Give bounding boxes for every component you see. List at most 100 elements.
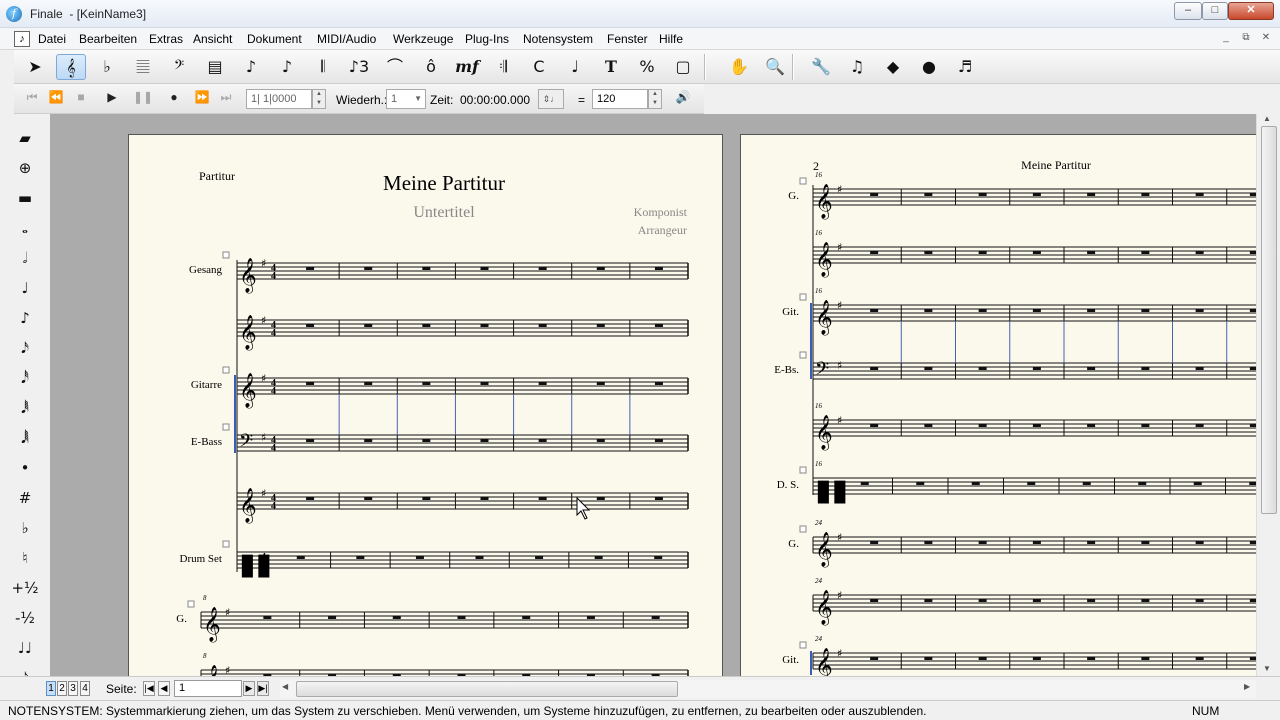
score-canvas[interactable]: 𝄞 ♯ 4 4 Gesang 𝄞 ♯ 4 4 𝄞 ♯ 4 4 Gitarre 𝄢 ♯ 4 4 E-Bass 𝄞 ♯ 4 4 ▮… [50, 114, 1256, 676]
page-number-field[interactable]: 1 [174, 680, 242, 697]
record-icon[interactable]: ● [162, 90, 186, 108]
expression-tool-icon[interactable]: mf [452, 54, 482, 80]
flat-icon[interactable]: ♭ [10, 516, 40, 540]
midi-audio-tool-icon[interactable]: ● [914, 54, 944, 80]
close-button[interactable]: ✕ [1228, 2, 1274, 20]
half-step-down-icon[interactable]: -½ [10, 606, 40, 630]
menu-extras[interactable]: Extras [149, 32, 183, 46]
document-icon[interactable]: ♪ [14, 31, 30, 47]
staff-tool-icon[interactable]: 𝄞 [56, 54, 86, 80]
menu-ansicht[interactable]: Ansicht [193, 32, 232, 46]
simple-entry-tool-icon[interactable]: ♪ [236, 54, 266, 80]
horizontal-scrollbar[interactable]: ◀ ▶ [280, 680, 1256, 698]
menu-datei[interactable]: Datei [38, 32, 66, 46]
rest-icon[interactable]: ▬ [10, 186, 40, 210]
scroll-down-icon[interactable]: ▼ [1263, 664, 1271, 673]
clef-tool-icon[interactable]: 𝄢 [164, 54, 194, 80]
smart-shape-tool-icon[interactable]: ⌒ [380, 54, 410, 80]
arranger-text[interactable]: Arrangeur [599, 223, 687, 238]
page-layout-tool-icon[interactable]: ▢ [668, 54, 698, 80]
menu-notensystem[interactable]: Notensystem [523, 32, 593, 46]
hyperscribe-tool-icon[interactable]: 𝄃 [308, 54, 338, 80]
sharp-icon[interactable]: # [10, 486, 40, 510]
quarter-note-icon[interactable]: ♩ [10, 276, 40, 300]
augmentation-dot-icon[interactable]: • [10, 456, 40, 480]
scroll-left-icon[interactable]: ◀ [282, 682, 288, 691]
eighth-note-icon[interactable]: ♪ [10, 306, 40, 330]
score-title[interactable]: Meine Partitur [329, 171, 559, 196]
articulation-tool-icon[interactable]: ô [416, 54, 446, 80]
menu-fenster[interactable]: Fenster [607, 32, 648, 46]
ossia-tool-icon[interactable]: ♬ [950, 54, 980, 80]
special-tools-icon[interactable]: 🔧 [806, 54, 836, 80]
menu-plug-ins[interactable]: Plug-Ins [465, 32, 509, 46]
time-signature-tool-icon[interactable]: 𝄚 [128, 54, 158, 80]
natural-icon[interactable]: ♮ [10, 546, 40, 570]
rewind-icon[interactable]: ⏪ [44, 90, 68, 108]
maximize-button[interactable]: □ [1202, 2, 1228, 20]
position-spinner[interactable]: ▲ ▼ [312, 89, 326, 109]
document-restore-icon[interactable]: ⧉ [1238, 32, 1254, 46]
scroll-right-icon[interactable]: ▶ [1244, 682, 1250, 691]
previous-page-icon[interactable]: ◀ [158, 681, 170, 696]
play-icon[interactable]: ▶ [100, 90, 124, 108]
page-tab-1[interactable]: 1 [46, 681, 56, 696]
speaker-settings-icon[interactable]: 🔊 [670, 90, 696, 108]
last-page-icon[interactable]: ▶| [257, 681, 269, 696]
tempo-field[interactable]: 120 [592, 89, 648, 109]
scroll-up-icon[interactable]: ▲ [1263, 114, 1271, 123]
hand-grabber-icon[interactable]: ✋ [724, 54, 754, 80]
half-step-up-icon[interactable]: +½ [10, 576, 40, 600]
document-close-icon[interactable]: ✕ [1258, 32, 1274, 46]
half-note-icon[interactable]: 𝅗𝅥 [10, 246, 40, 270]
zoom-tool-icon[interactable]: 🔍 [760, 54, 790, 80]
tempo-note-select[interactable]: ⇕♩ [538, 89, 564, 109]
vertical-scroll-thumb[interactable] [1261, 126, 1277, 514]
page-tab-4[interactable]: 4 [80, 681, 90, 696]
forward-to-end-icon[interactable]: ⏭ [214, 90, 238, 108]
page-tab-3[interactable]: 3 [68, 681, 78, 696]
tie-toggle-icon[interactable]: ♩♩ [10, 636, 40, 660]
tuplet-tool-icon[interactable]: ♪3 [344, 54, 374, 80]
score-page-2[interactable]: 𝄞 ♯ G. 16 𝄞 ♯ 16 𝄞 ♯ Git. 16 𝄢 ♯ E-Bs. 𝄞 ♯ 16 ▮▮ D. S. 16 𝄞 ♯… [740, 134, 1256, 676]
measure-tool-icon[interactable]: ▤ [200, 54, 230, 80]
repeat-tool-icon[interactable]: 𝄇 [488, 54, 518, 80]
horizontal-scroll-thumb[interactable] [296, 681, 678, 697]
sixty-fourth-note-icon[interactable]: 𝅘𝅥𝅱 [10, 396, 40, 420]
minimize-button[interactable]: – [1174, 2, 1202, 20]
score-subtitle[interactable]: Untertitel [359, 204, 529, 222]
lyrics-tool-icon[interactable]: ♩ [560, 54, 590, 80]
vertical-scrollbar[interactable]: ▲ ▼ [1256, 114, 1280, 676]
score-page-1[interactable]: 𝄞 ♯ 4 4 Gesang 𝄞 ♯ 4 4 𝄞 ♯ 4 4 Gitarre 𝄢 ♯ 4 4 E-Bass 𝄞 ♯ 4 4 ▮… [128, 134, 723, 676]
resize-tool-icon[interactable]: % [632, 54, 662, 80]
first-page-icon[interactable]: |◀ [143, 681, 155, 696]
selection-tool-icon[interactable]: ➤ [20, 54, 50, 80]
text-tool-icon[interactable]: T [596, 54, 626, 80]
speedy-entry-tool-icon[interactable]: ♪ [272, 54, 302, 80]
menu-hilfe[interactable]: Hilfe [659, 32, 683, 46]
chord-tool-icon[interactable]: C [524, 54, 554, 80]
next-page-icon[interactable]: ▶ [243, 681, 255, 696]
eraser-icon[interactable]: ▰ [10, 126, 40, 150]
rewind-to-start-icon[interactable]: ⏮ [20, 90, 44, 108]
menu-werkzeuge[interactable]: Werkzeuge [393, 32, 453, 46]
mass-edit-tool-icon[interactable]: ◆ [878, 54, 908, 80]
page-tab-2[interactable]: 2 [57, 681, 67, 696]
menu-midi-audio[interactable]: MIDI/Audio [317, 32, 376, 46]
menu-bearbeiten[interactable]: Bearbeiten [79, 32, 137, 46]
menu-dokument[interactable]: Dokument [247, 32, 302, 46]
position-field[interactable]: 1| 1|0000 [246, 89, 312, 109]
tie-icon[interactable]: ⊕ [10, 156, 40, 180]
fast-forward-icon[interactable]: ⏩ [190, 90, 214, 108]
document-minimize-icon[interactable]: _ [1218, 32, 1234, 46]
sixteenth-note-icon[interactable]: 𝅘𝅥𝅯 [10, 336, 40, 360]
pause-icon[interactable]: ❚❚ [131, 90, 155, 108]
key-signature-tool-icon[interactable]: ♭ [92, 54, 122, 80]
repeat-select[interactable]: 1 ▼ [386, 89, 426, 109]
thirty-second-note-icon[interactable]: 𝅘𝅥𝅰 [10, 366, 40, 390]
midi-tool-icon[interactable]: ♫ [842, 54, 872, 80]
hundred-twenty-eighth-note-icon[interactable]: 𝅘𝅥𝅲 [10, 426, 40, 450]
stop-icon[interactable]: ■ [69, 90, 93, 108]
composer-text[interactable]: Komponist [599, 205, 687, 220]
tempo-spinner[interactable]: ▲ ▼ [648, 89, 662, 109]
